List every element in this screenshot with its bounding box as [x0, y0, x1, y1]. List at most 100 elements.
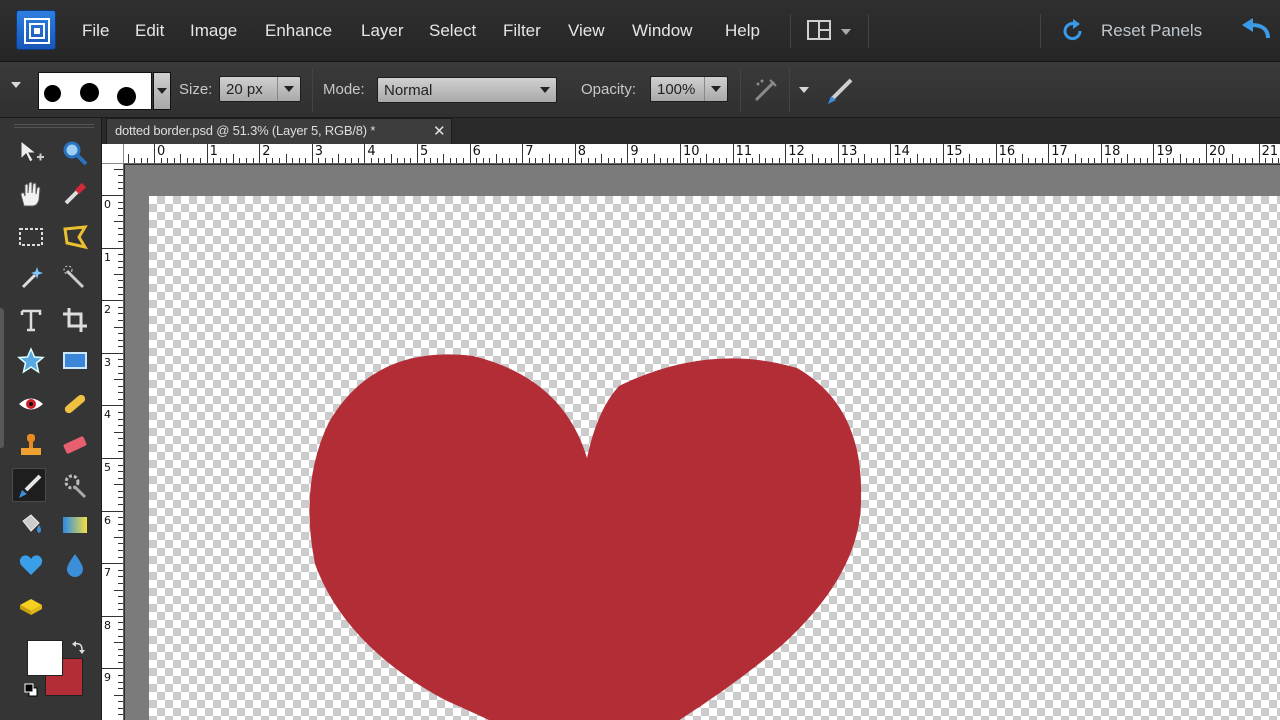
smart-brush-tool-icon[interactable]: [58, 468, 92, 502]
menu-divider: [1040, 14, 1041, 48]
menu-file[interactable]: File: [82, 21, 109, 41]
ruler-tick: [118, 714, 123, 716]
ruler-tick: [1252, 158, 1254, 163]
ruler-tick: [890, 144, 892, 163]
sponge-tool-icon[interactable]: [14, 590, 48, 624]
undo-icon[interactable]: [1240, 18, 1270, 42]
ruler-tick: [118, 569, 123, 571]
reset-panels-button[interactable]: Reset Panels: [1060, 16, 1220, 48]
menu-window[interactable]: Window: [632, 21, 692, 41]
brush-settings-chevron-icon[interactable]: [799, 87, 809, 93]
menu-select[interactable]: Select: [429, 21, 476, 41]
eyedropper-tool-icon[interactable]: [58, 177, 92, 211]
ruler-tick: [167, 158, 169, 163]
airbrush-icon[interactable]: [752, 76, 780, 104]
tablet-settings-brush-icon[interactable]: [825, 74, 857, 106]
ruler-tick: [561, 158, 563, 163]
move-tool-icon[interactable]: [14, 136, 48, 170]
ruler-tick: [653, 154, 655, 163]
vertical-ruler[interactable]: 0 1 2 3 4 5 6 7 8 9: [102, 164, 124, 720]
close-icon[interactable]: ✕: [433, 122, 446, 140]
ruler-tick: [804, 158, 806, 163]
menu-image[interactable]: Image: [190, 21, 237, 41]
ruler-tick: [118, 444, 123, 446]
ruler-tick: [305, 158, 307, 163]
app-logo-icon[interactable]: [16, 10, 56, 50]
ruler-tick: [1173, 158, 1175, 163]
ruler-tick: [118, 411, 123, 413]
gradient-tool-icon[interactable]: [58, 508, 92, 542]
options-divider: [789, 68, 790, 112]
panel-collapse-tab[interactable]: [0, 308, 4, 448]
ruler-tick: [118, 359, 123, 361]
swap-colors-icon[interactable]: [72, 640, 86, 654]
magic-wand-tool-icon[interactable]: [14, 260, 48, 294]
ruler-tick: [118, 188, 123, 190]
zoom-tool-icon[interactable]: [58, 136, 92, 170]
heart-shape[interactable]: [149, 196, 1280, 720]
foreground-color-swatch[interactable]: [27, 640, 63, 676]
ruler-tick: [535, 158, 537, 163]
custom-shape-tool-icon[interactable]: [14, 548, 48, 582]
image-canvas[interactable]: [149, 196, 1280, 720]
ruler-tick: [114, 379, 123, 381]
mode-select[interactable]: Normal: [377, 77, 557, 103]
blur-tool-icon[interactable]: [58, 548, 92, 582]
ruler-tick: [1015, 158, 1017, 163]
cookie-cutter-tool-icon[interactable]: [14, 344, 48, 378]
ruler-tick: [443, 154, 445, 163]
quick-selection-tool-icon[interactable]: [58, 260, 92, 294]
mode-label: Mode:: [323, 81, 365, 98]
toolbox-grip[interactable]: [14, 124, 94, 128]
ruler-tick: [962, 158, 964, 163]
brush-picker-dropdown-button[interactable]: [153, 72, 171, 110]
default-colors-icon[interactable]: [24, 683, 38, 697]
ruler-tick: [758, 154, 760, 163]
eraser-tool-icon[interactable]: [58, 428, 92, 462]
hand-tool-icon[interactable]: [14, 177, 48, 211]
ruler-tick: [765, 158, 767, 163]
menu-edit[interactable]: Edit: [135, 21, 164, 41]
panel-layout-button[interactable]: [805, 18, 855, 46]
ruler-origin[interactable]: [102, 144, 124, 164]
ruler-tick: [699, 158, 701, 163]
menu-enhance[interactable]: Enhance: [265, 21, 332, 41]
menu-layer[interactable]: Layer: [361, 21, 404, 41]
ruler-tick: [219, 158, 221, 163]
ruler-label: 14: [893, 144, 910, 159]
rectangular-marquee-tool-icon[interactable]: [14, 220, 48, 254]
ruler-tick: [118, 372, 123, 374]
document-tab[interactable]: dotted border.psd @ 51.3% (Layer 5, RGB/…: [106, 118, 452, 144]
canvas-workspace: [125, 165, 1280, 720]
brush-preset-picker[interactable]: [38, 72, 152, 110]
ruler-tick: [1094, 158, 1096, 163]
ruler-tick: [831, 158, 833, 163]
ruler-tick: [331, 158, 333, 163]
ruler-tick: [118, 530, 123, 532]
horizontal-ruler[interactable]: 0 1 2 3 4 5 6 7 8 9 10 11 12 13 14 15 16 17 18 19 20 21: [124, 144, 1280, 164]
ruler-tick: [102, 458, 123, 459]
ruler-tick: [489, 158, 491, 163]
size-field[interactable]: 20 px: [219, 76, 301, 102]
straighten-tool-icon[interactable]: [58, 344, 92, 378]
ruler-tick: [193, 158, 195, 163]
menu-help[interactable]: Help: [725, 21, 760, 41]
brush-tip-dot: [117, 87, 136, 106]
layout-grid-icon: [807, 20, 831, 40]
crop-tool-icon[interactable]: [58, 303, 92, 337]
paint-bucket-tool-icon[interactable]: [14, 508, 48, 542]
tool-preset-chevron-icon[interactable]: [11, 82, 21, 88]
menu-view[interactable]: View: [568, 21, 605, 41]
ruler-tick: [118, 517, 123, 519]
ruler-label: 15: [946, 144, 963, 159]
type-tool-icon[interactable]: [14, 303, 48, 337]
clone-stamp-tool-icon[interactable]: [14, 428, 48, 462]
opacity-field[interactable]: 100%: [650, 76, 728, 102]
brush-tool-icon[interactable]: [12, 468, 46, 502]
red-eye-removal-tool-icon[interactable]: [14, 387, 48, 421]
healing-brush-tool-icon[interactable]: [58, 387, 92, 421]
lasso-tool-icon[interactable]: [58, 220, 92, 254]
menu-filter[interactable]: Filter: [503, 21, 541, 41]
ruler-tick: [864, 154, 866, 163]
ruler-tick: [118, 339, 123, 341]
